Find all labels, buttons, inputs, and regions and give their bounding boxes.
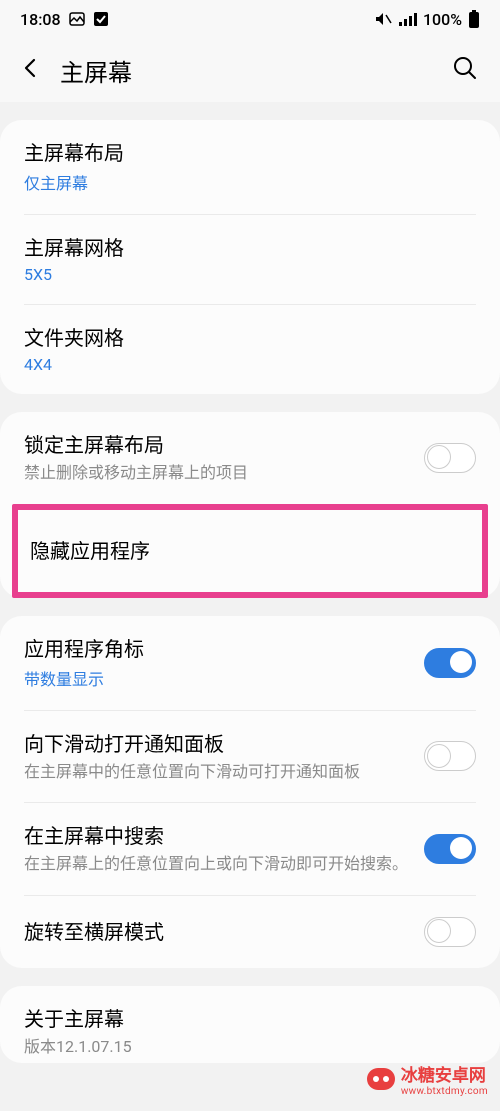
setting-title: 在主屏幕中搜索: [24, 823, 408, 849]
back-button[interactable]: [16, 51, 52, 89]
setting-desc: 版本12.1.07.15: [24, 1036, 476, 1058]
rotate-item[interactable]: 旋转至横屏模式: [0, 896, 500, 968]
section-lock-hide: 锁定主屏幕布局 禁止删除或移动主屏幕上的项目 隐藏应用程序: [0, 412, 500, 598]
status-bar: 18:08 100%: [0, 0, 500, 38]
signal-icon: [399, 12, 417, 26]
app-badge-toggle[interactable]: [424, 648, 476, 678]
highlight-box: 隐藏应用程序: [12, 504, 488, 598]
image-icon: [69, 11, 85, 27]
check-icon: [93, 11, 109, 27]
setting-title: 主屏幕布局: [24, 140, 476, 166]
setting-sub: 5X5: [24, 265, 476, 284]
setting-title: 文件夹网格: [24, 325, 476, 351]
setting-sub: 带数量显示: [24, 666, 408, 690]
page-title: 主屏幕: [60, 53, 446, 88]
battery-percent: 100%: [423, 10, 462, 29]
watermark-text: 冰糖安卓网: [401, 1061, 488, 1086]
setting-title: 主屏幕网格: [24, 235, 476, 261]
app-badge-item[interactable]: 应用程序角标 带数量显示: [0, 616, 500, 710]
setting-desc: 在主屏幕上的任意位置向上或向下滑动即可开始搜索。: [24, 853, 408, 875]
home-grid-item[interactable]: 主屏幕网格 5X5: [0, 215, 500, 304]
status-time: 18:08: [20, 10, 61, 29]
swipe-down-item[interactable]: 向下滑动打开通知面板 在主屏幕中的任意位置向下滑动可打开通知面板: [0, 711, 500, 803]
lock-layout-item[interactable]: 锁定主屏幕布局 禁止删除或移动主屏幕上的项目: [0, 412, 500, 504]
section-about: 关于主屏幕 版本12.1.07.15: [0, 986, 500, 1064]
search-home-item[interactable]: 在主屏幕中搜索 在主屏幕上的任意位置向上或向下滑动即可开始搜索。: [0, 803, 500, 895]
setting-title: 隐藏应用程序: [30, 538, 470, 564]
section-options: 应用程序角标 带数量显示 向下滑动打开通知面板 在主屏幕中的任意位置向下滑动可打…: [0, 616, 500, 968]
search-button[interactable]: [446, 49, 484, 91]
folder-grid-item[interactable]: 文件夹网格 4X4: [0, 305, 500, 394]
setting-title: 锁定主屏幕布局: [24, 432, 408, 458]
header: 主屏幕: [0, 38, 500, 102]
about-item[interactable]: 关于主屏幕 版本12.1.07.15: [0, 986, 500, 1064]
setting-title: 向下滑动打开通知面板: [24, 731, 408, 757]
lock-layout-toggle[interactable]: [424, 443, 476, 473]
watermark: 冰糖安卓网 www.btxtdmy.com: [367, 1061, 488, 1097]
setting-sub: 仅主屏幕: [24, 170, 476, 194]
section-layout: 主屏幕布局 仅主屏幕 主屏幕网格 5X5 文件夹网格 4X4: [0, 120, 500, 394]
watermark-icon: [367, 1068, 395, 1090]
setting-title: 旋转至横屏模式: [24, 919, 408, 945]
setting-sub: 4X4: [24, 355, 476, 374]
search-home-toggle[interactable]: [424, 834, 476, 864]
setting-desc: 禁止删除或移动主屏幕上的项目: [24, 462, 408, 484]
setting-title: 关于主屏幕: [24, 1006, 476, 1032]
home-layout-item[interactable]: 主屏幕布局 仅主屏幕: [0, 120, 500, 214]
mute-icon: [375, 11, 393, 27]
battery-icon: [468, 10, 480, 28]
setting-title: 应用程序角标: [24, 636, 408, 662]
rotate-toggle[interactable]: [424, 917, 476, 947]
hide-apps-item[interactable]: 隐藏应用程序: [18, 510, 482, 592]
swipe-down-toggle[interactable]: [424, 741, 476, 771]
setting-desc: 在主屏幕中的任意位置向下滑动可打开通知面板: [24, 761, 408, 783]
watermark-url: www.btxtdmy.com: [401, 1086, 488, 1097]
